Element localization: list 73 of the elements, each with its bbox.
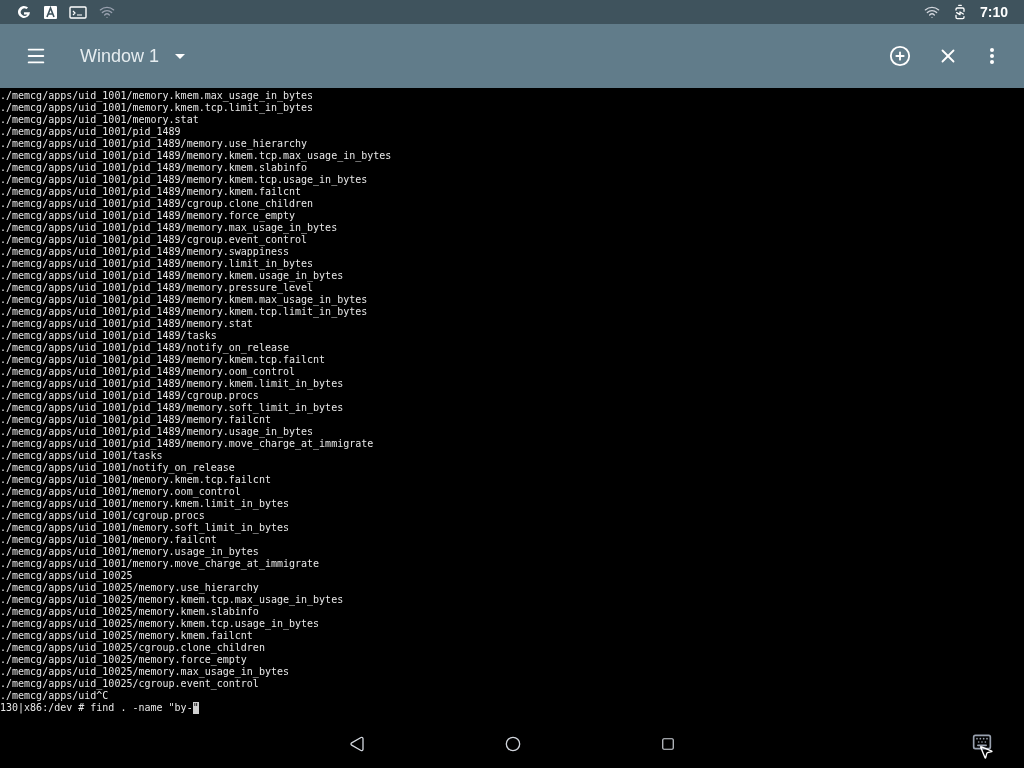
terminal-line: ./memcg/apps/uid_1001/pid_1489/memory.kmem.max_usage_in_bytes [0,294,368,306]
terminal-line: ./memcg/apps/uid_1001/memory.move_charge_at_immigrate [0,558,320,570]
wifi-off-icon [99,4,115,20]
terminal-line: ./memcg/apps/uid_1001/pid_1489/memory.move_charge_at_immigrate [0,438,374,450]
terminal-line: ./memcg/apps/uid_1001/memory.kmem.tcp.failcnt [0,474,271,486]
terminal-line: ./memcg/apps/uid_1001/memory.failcnt [0,534,217,546]
terminal-line: ./memcg/apps/uid_1001/cgroup.procs [0,510,205,522]
text-app-icon [44,5,57,19]
terminal-line: ./memcg/apps/uid_1001/pid_1489/memory.swappiness [0,246,289,258]
terminal-line: ./memcg/apps/uid_1001/pid_1489/memory.pressure_level [0,282,314,294]
caret-icon [175,53,186,59]
keyboard-button[interactable] [972,732,992,752]
terminal-line: ./memcg/apps/uid_1001/pid_1489/memory.soft_limit_in_bytes [0,402,344,414]
terminal-line: ./memcg/apps/uid_1001/tasks [0,450,163,462]
terminal-line: ./memcg/apps/uid_1001/memory.kmem.tcp.limit_in_bytes [0,102,314,114]
terminal-line: ./memcg/apps/uid_1001/pid_1489/memory.kmem.tcp.usage_in_bytes [0,174,368,186]
add-window-button[interactable] [888,44,912,68]
terminal-line: ./memcg/apps/uid_10025/memory.kmem.tcp.usage_in_bytes [0,618,320,630]
terminal-line: ./memcg/apps/uid_1001/memory.kmem.limit_in_bytes [0,498,289,510]
terminal-line: ./memcg/apps/uid_1001/pid_1489/memory.kmem.limit_in_bytes [0,378,344,390]
terminal-line: ./memcg/apps/uid_1001/pid_1489/memory.kmem.usage_in_bytes [0,270,344,282]
terminal-line: ./memcg/apps/uid_1001/pid_1489/tasks [0,330,217,342]
recents-icon [661,737,675,751]
terminal-line: ./memcg/apps/uid_1001/pid_1489/memory.kmem.slabinfo [0,162,308,174]
terminal-line: ./memcg/apps/uid_1001/memory.soft_limit_in_bytes [0,522,289,534]
terminal-line: ./memcg/apps/uid^C [0,690,109,702]
terminal-line: ./memcg/apps/uid_1001/pid_1489 [0,126,181,138]
terminal-line: ./memcg/apps/uid_1001/memory.usage_in_bytes [0,546,259,558]
home-button[interactable] [505,736,521,752]
terminal-line: ./memcg/apps/uid_1001/pid_1489/cgroup.procs [0,390,259,402]
terminal-line: ./memcg/apps/uid_1001/pid_1489/cgroup.event_control [0,234,308,246]
terminal-line: ./memcg/apps/uid_1001/pid_1489/memory.kmem.tcp.failcnt [0,354,326,366]
terminal-line: ./memcg/apps/uid_1001/pid_1489/memory.oom_control [0,366,295,378]
terminal-app-icon [69,5,87,19]
terminal-line: ./memcg/apps/uid_1001/memory.kmem.max_usage_in_bytes [0,90,314,102]
terminal-line: ./memcg/apps/uid_1001/memory.oom_control [0,486,241,498]
terminal-line: ./memcg/apps/uid_10025/memory.kmem.tcp.max_usage_in_bytes [0,594,344,606]
terminal-line: ./memcg/apps/uid_1001/pid_1489/memory.kmem.tcp.limit_in_bytes [0,306,368,318]
terminal-line: ./memcg/apps/uid_10025/cgroup.clone_children [0,642,265,654]
command-prompt: 130|x86:/dev # find . -name "by- [0,702,193,714]
terminal-line: ./memcg/apps/uid_1001/pid_1489/memory.stat [0,318,253,330]
more-icon [990,48,994,64]
terminal-line: ./memcg/apps/uid_1001/pid_1489/memory.usage_in_bytes [0,426,314,438]
mouse-pointer-icon [978,744,994,760]
google-icon [16,4,32,20]
plus-icon [889,45,911,67]
clock-time: 7:10 [979,2,1008,22]
terminal-line: ./memcg/apps/uid_10025/memory.force_empty [0,654,247,666]
terminal-line: ./memcg/apps/uid_10025/memory.kmem.failcnt [0,630,253,642]
back-button[interactable] [349,736,365,752]
terminal-line: ./memcg/apps/uid_1001/pid_1489/notify_on_release [0,342,289,354]
terminal-line: ./memcg/apps/uid_10025 [0,570,133,582]
terminal-line: ./memcg/apps/uid_10025/memory.use_hierarchy [0,582,259,594]
home-icon [505,736,521,752]
terminal-line: ./memcg/apps/uid_1001/pid_1489/memory.use_hierarchy [0,138,308,150]
keyboard-icon [972,732,992,752]
window-selector[interactable]: Window 1 [80,42,186,70]
terminal-line: ./memcg/apps/uid_1001/pid_1489/memory.failcnt [0,414,271,426]
wifi-icon [923,4,940,20]
text-cursor: " [192,702,199,714]
back-icon [349,736,365,752]
terminal-line: ./memcg/apps/uid_10025/memory.max_usage_in_bytes [0,666,289,678]
terminal-line: ./memcg/apps/uid_1001/pid_1489/memory.max_usage_in_bytes [0,222,338,234]
terminal-line: ./memcg/apps/uid_1001/pid_1489/memory.limit_in_bytes [0,258,314,270]
terminal-line: ./memcg/apps/uid_1001/pid_1489/memory.kmem.tcp.max_usage_in_bytes [0,150,392,162]
terminal-line: ./memcg/apps/uid_1001/memory.stat [0,114,199,126]
terminal-line: ./memcg/apps/uid_1001/pid_1489/memory.force_empty [0,210,295,222]
terminal-line: ./memcg/apps/uid_1001/notify_on_release [0,462,235,474]
recents-button[interactable] [661,737,675,751]
terminal-line: ./memcg/apps/uid_10025/cgroup.event_control [0,678,259,690]
terminal-line: ./memcg/apps/uid_10025/memory.kmem.slabinfo [0,606,259,618]
terminal-line: ./memcg/apps/uid_1001/pid_1489/cgroup.clone_children [0,198,314,210]
terminal-line: ./memcg/apps/uid_1001/pid_1489/memory.kmem.failcnt [0,186,302,198]
